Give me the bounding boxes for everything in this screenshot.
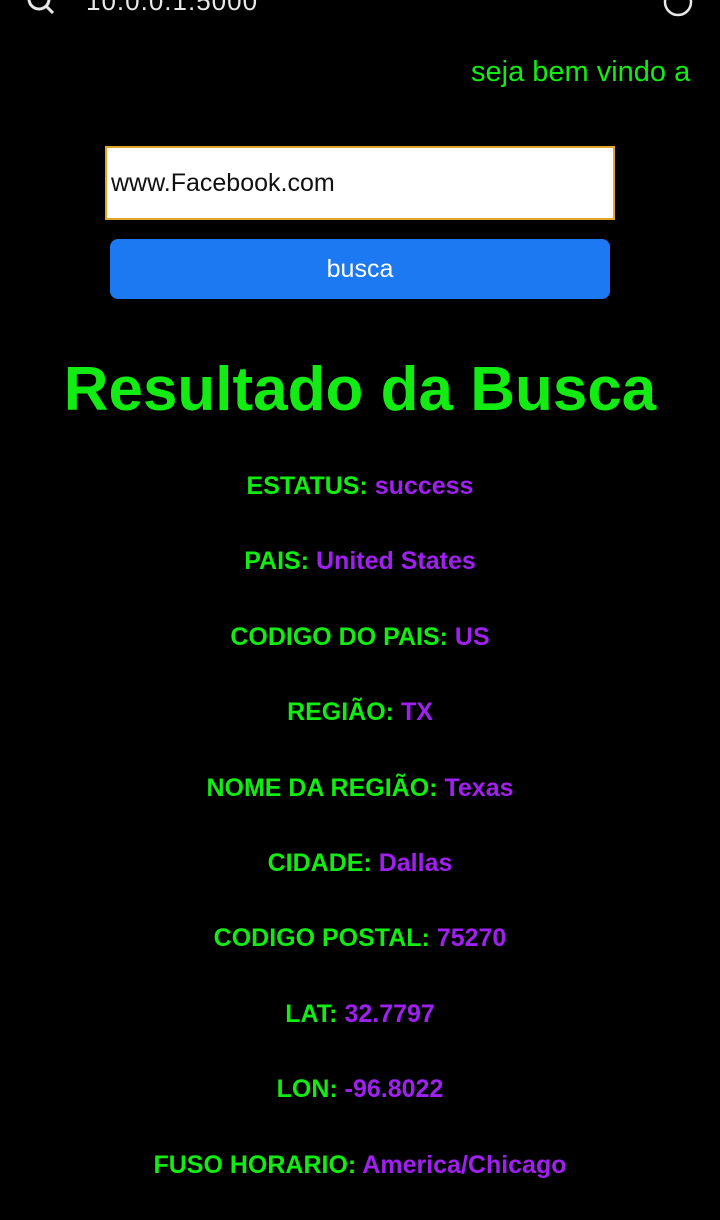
- result-value: 75270: [436, 924, 507, 953]
- result-value: America/Chicago: [362, 1150, 567, 1179]
- welcome-marquee-text: seja bem vindo a: [471, 56, 691, 88]
- result-value: success: [374, 472, 474, 500]
- result-row-timezone: FUSO HORARIO: America/Chicago: [0, 1145, 720, 1220]
- result-row-region: REGIÃO: TX: [0, 692, 720, 767]
- result-label: CODIGO DO PAIS:: [230, 622, 448, 651]
- result-value: United States: [316, 547, 476, 576]
- result-label: LAT:: [285, 999, 338, 1028]
- result-label: NOME DA REGIÃO:: [206, 773, 438, 802]
- result-value: US: [454, 622, 490, 651]
- result-row-country-code: CODIGO DO PAIS: US: [0, 617, 720, 692]
- result-value: TX: [400, 698, 433, 727]
- search-input[interactable]: [105, 146, 615, 220]
- result-row-status: ESTATUS: success: [0, 466, 720, 541]
- result-row-lon: LON: -96.8022: [0, 1069, 720, 1144]
- address-bar-url[interactable]: 10.0.0.1:5000: [86, 0, 258, 14]
- result-label: REGIÃO:: [287, 698, 395, 727]
- result-value: Dallas: [378, 848, 453, 877]
- result-row-city: CIDADE: Dallas: [0, 843, 720, 918]
- result-title: Resultado da Busca: [63, 355, 657, 424]
- result-label: ESTATUS:: [246, 472, 368, 500]
- browser-toolbar: 10.0.0.1:5000: [0, 0, 720, 20]
- result-row-postal-code: CODIGO POSTAL: 75270: [0, 918, 720, 993]
- result-list: ESTATUS: success PAIS: United States COD…: [0, 466, 720, 1220]
- search-button[interactable]: busca: [110, 239, 610, 299]
- result-label: CODIGO POSTAL:: [213, 924, 430, 953]
- result-value: -96.8022: [344, 1075, 444, 1104]
- result-value: Texas: [444, 773, 514, 802]
- result-value: 32.7797: [344, 999, 435, 1028]
- result-label: FUSO HORARIO:: [153, 1150, 357, 1179]
- result-row-country: PAIS: United States: [0, 541, 720, 616]
- result-label: PAIS:: [244, 547, 310, 576]
- menu-icon[interactable]: [662, 0, 694, 18]
- result-row-region-name: NOME DA REGIÃO: Texas: [0, 768, 720, 843]
- result-label: LON:: [276, 1075, 338, 1104]
- result-label: CIDADE:: [267, 848, 372, 877]
- welcome-marquee: seja bem vindo a: [0, 52, 705, 96]
- search-icon[interactable]: [26, 0, 54, 14]
- result-row-lat: LAT: 32.7797: [0, 994, 720, 1069]
